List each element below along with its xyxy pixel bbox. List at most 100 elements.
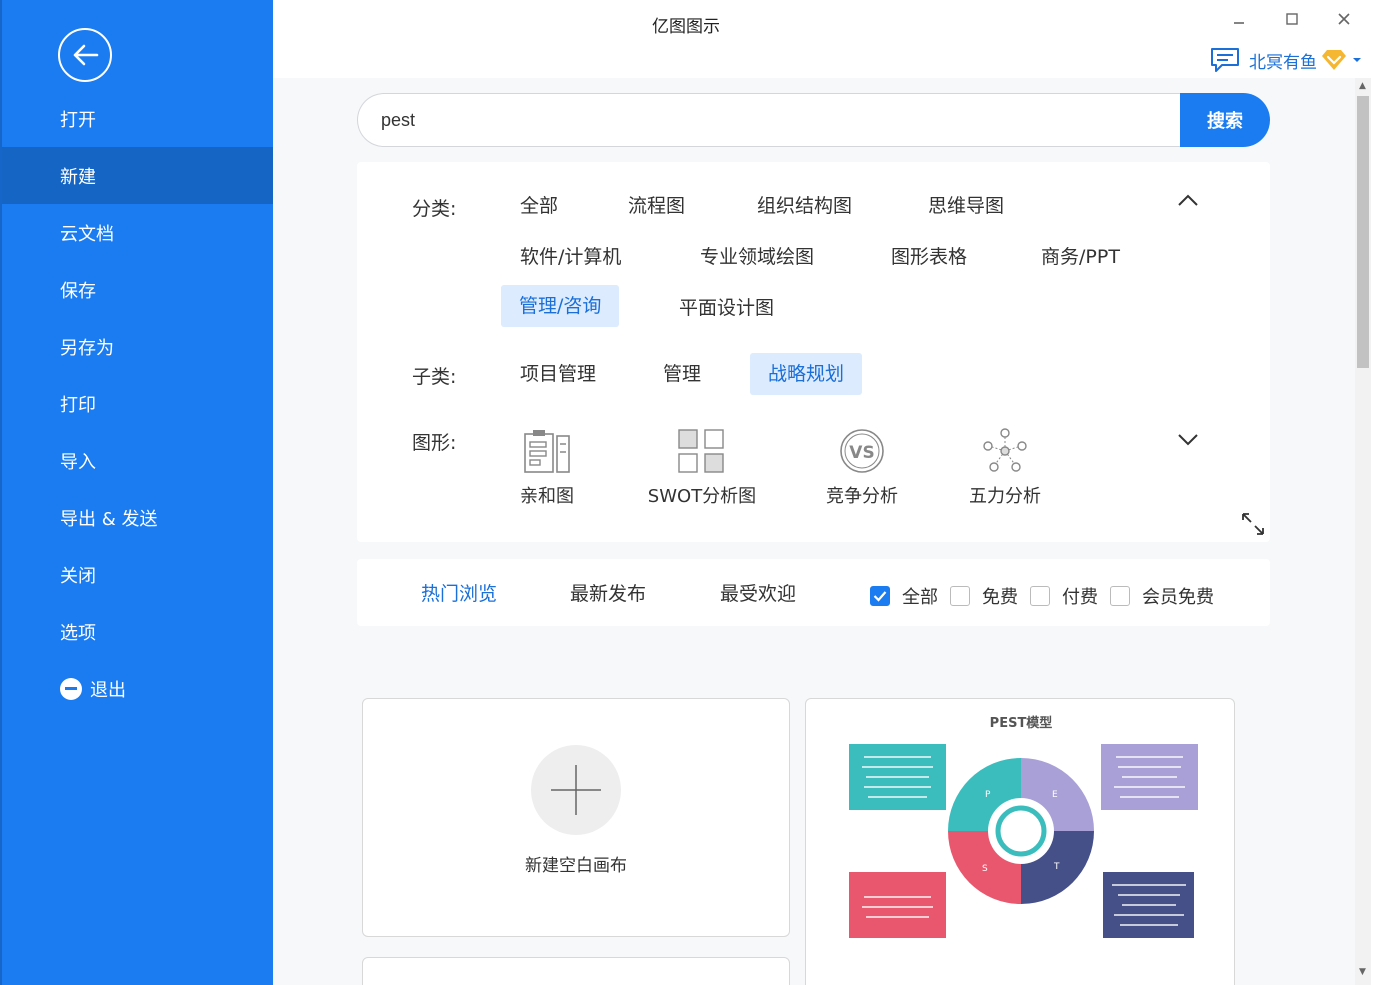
maximize-icon bbox=[1286, 13, 1298, 25]
subcategory-management[interactable]: 管理 bbox=[645, 353, 719, 395]
collapse-filters-button[interactable] bbox=[1177, 192, 1199, 211]
sidebar-item-label: 导入 bbox=[60, 451, 96, 473]
checkbox-unchecked bbox=[950, 586, 970, 606]
sidebar-item-label: 打印 bbox=[60, 394, 96, 416]
sidebar-item-open[interactable]: 打开 bbox=[2, 90, 273, 147]
pest-letter-t: T bbox=[1053, 862, 1060, 872]
scroll-up-icon[interactable]: ▲ bbox=[1359, 81, 1366, 91]
filter-paid-checkbox[interactable]: 付费 bbox=[1030, 583, 1098, 609]
network-nodes-icon bbox=[983, 428, 1027, 472]
category-org-chart[interactable]: 组织结构图 bbox=[739, 185, 870, 227]
check-icon bbox=[873, 591, 887, 602]
plus-circle bbox=[531, 745, 621, 835]
category-tables[interactable]: 图形表格 bbox=[873, 236, 985, 278]
sidebar-item-label: 打开 bbox=[60, 109, 96, 131]
tab-latest[interactable]: 最新发布 bbox=[570, 579, 646, 606]
category-management[interactable]: 管理/咨询 bbox=[501, 285, 620, 327]
checkbox-label: 付费 bbox=[1062, 587, 1098, 608]
category-all[interactable]: 全部 bbox=[502, 185, 576, 227]
search-button[interactable]: 搜索 bbox=[1180, 93, 1270, 147]
plus-icon bbox=[551, 765, 601, 815]
template-card[interactable] bbox=[362, 957, 790, 985]
swot-grid-icon bbox=[678, 429, 724, 473]
sidebar-item-cloud-docs[interactable]: 云文档 bbox=[2, 204, 273, 261]
chevron-down-icon bbox=[1178, 434, 1198, 446]
sidebar-item-save-as[interactable]: 另存为 bbox=[2, 318, 273, 375]
sidebar-item-import[interactable]: 导入 bbox=[2, 432, 273, 489]
minus-circle-icon bbox=[60, 677, 82, 700]
maximize-button[interactable] bbox=[1277, 8, 1307, 30]
category-graphic-design[interactable]: 平面设计图 bbox=[661, 287, 792, 329]
sidebar-item-new[interactable]: 新建 bbox=[2, 147, 273, 204]
expand-shapes-button[interactable] bbox=[1177, 432, 1199, 451]
checkbox-checked bbox=[870, 586, 890, 606]
new-blank-canvas-card[interactable]: 新建空白画布 bbox=[362, 698, 790, 937]
checkbox-unchecked bbox=[1110, 586, 1130, 606]
category-flowchart[interactable]: 流程图 bbox=[610, 185, 703, 227]
subcategory-label: 子类: bbox=[412, 366, 457, 388]
vertical-scrollbar[interactable]: ▲ ▼ bbox=[1355, 78, 1371, 985]
user-name: 北冥有鱼 bbox=[1249, 52, 1317, 73]
subcategory-strategic-planning[interactable]: 战略规划 bbox=[750, 353, 863, 395]
user-menu[interactable]: 北冥有鱼 bbox=[1209, 46, 1363, 74]
category-business-ppt[interactable]: 商务/PPT bbox=[1023, 236, 1138, 278]
pest-model-thumbnail: PEST模型 P E S T bbox=[849, 715, 1198, 938]
shape-label-text: 五力分析 bbox=[969, 486, 1041, 507]
filter-member-free-checkbox[interactable]: 会员免费 bbox=[1110, 583, 1214, 609]
svg-text:VS: VS bbox=[849, 443, 874, 463]
message-icon bbox=[1211, 48, 1239, 72]
subcategory-project-management[interactable]: 项目管理 bbox=[502, 353, 614, 395]
close-button[interactable] bbox=[1329, 8, 1359, 30]
scroll-down-icon[interactable]: ▼ bbox=[1359, 967, 1366, 977]
title-bar: 亿图图示 北冥有鱼 bbox=[273, 0, 1373, 78]
shape-affinity[interactable]: 亲和图 bbox=[502, 428, 592, 508]
filter-panel: 分类: 全部 流程图 组织结构图 思维导图 软件/计算机 专业领域绘图 图形表格… bbox=[357, 162, 1270, 542]
sidebar-item-options[interactable]: 选项 bbox=[2, 603, 273, 660]
scroll-thumb[interactable] bbox=[1357, 96, 1369, 368]
shape-label-text: SWOT分析图 bbox=[647, 486, 757, 507]
filter-free-checkbox[interactable]: 免费 bbox=[950, 583, 1018, 609]
shape-competition[interactable]: VS 竞争分析 bbox=[817, 428, 907, 508]
sidebar-item-label: 保存 bbox=[60, 280, 96, 302]
main-content: 搜索 分类: 全部 流程图 组织结构图 思维导图 软件/计算机 专业领域绘图 图… bbox=[273, 78, 1355, 985]
sidebar-item-label: 另存为 bbox=[60, 337, 114, 359]
sidebar-item-label: 导出 & 发送 bbox=[60, 508, 158, 530]
pest-template-card[interactable]: PEST模型 P E S T bbox=[805, 698, 1235, 985]
shape-five-forces[interactable]: 五力分析 bbox=[960, 428, 1050, 508]
sidebar-item-close[interactable]: 关闭 bbox=[2, 546, 273, 603]
tab-hot[interactable]: 热门浏览 bbox=[421, 579, 497, 606]
caret-down-icon bbox=[1353, 58, 1361, 62]
shape-swot[interactable]: SWOT分析图 bbox=[637, 428, 767, 508]
pest-letter-s: S bbox=[982, 864, 988, 874]
sort-bar: 热门浏览 最新发布 最受欢迎 全部 免费 付费 会员免费 bbox=[357, 559, 1270, 626]
sidebar-item-label: 退出 bbox=[90, 679, 126, 701]
search-bar: 搜索 bbox=[357, 93, 1270, 147]
back-button[interactable] bbox=[58, 28, 112, 82]
search-input[interactable] bbox=[357, 93, 1180, 147]
checkbox-unchecked bbox=[1030, 586, 1050, 606]
pest-title: PEST模型 bbox=[990, 715, 1053, 731]
checkbox-label: 免费 bbox=[982, 587, 1018, 608]
arrow-left-icon bbox=[73, 44, 99, 66]
checkbox-label: 会员免费 bbox=[1142, 587, 1214, 608]
minimize-button[interactable] bbox=[1224, 8, 1254, 30]
sidebar-item-label: 关闭 bbox=[60, 565, 96, 587]
app-title: 亿图图示 bbox=[652, 17, 720, 37]
category-software[interactable]: 软件/计算机 bbox=[502, 236, 639, 278]
sidebar-item-export-send[interactable]: 导出 & 发送 bbox=[2, 489, 273, 546]
filter-all-checkbox[interactable]: 全部 bbox=[870, 583, 938, 609]
pest-letter-p: P bbox=[985, 790, 991, 800]
close-icon bbox=[1338, 13, 1350, 25]
vip-diamond-icon bbox=[1322, 50, 1346, 70]
tab-popular[interactable]: 最受欢迎 bbox=[720, 579, 796, 606]
sidebar-item-save[interactable]: 保存 bbox=[2, 261, 273, 318]
minimize-icon bbox=[1234, 22, 1244, 24]
sidebar-item-label: 新建 bbox=[60, 166, 96, 188]
category-professional[interactable]: 专业领域绘图 bbox=[682, 236, 832, 278]
chevron-up-icon bbox=[1178, 194, 1198, 206]
fullscreen-button[interactable] bbox=[1241, 512, 1265, 540]
sidebar-item-print[interactable]: 打印 bbox=[2, 375, 273, 432]
category-mind-map[interactable]: 思维导图 bbox=[910, 185, 1022, 227]
versus-icon: VS bbox=[840, 429, 884, 473]
sidebar-item-exit[interactable]: 退出 bbox=[2, 660, 273, 717]
